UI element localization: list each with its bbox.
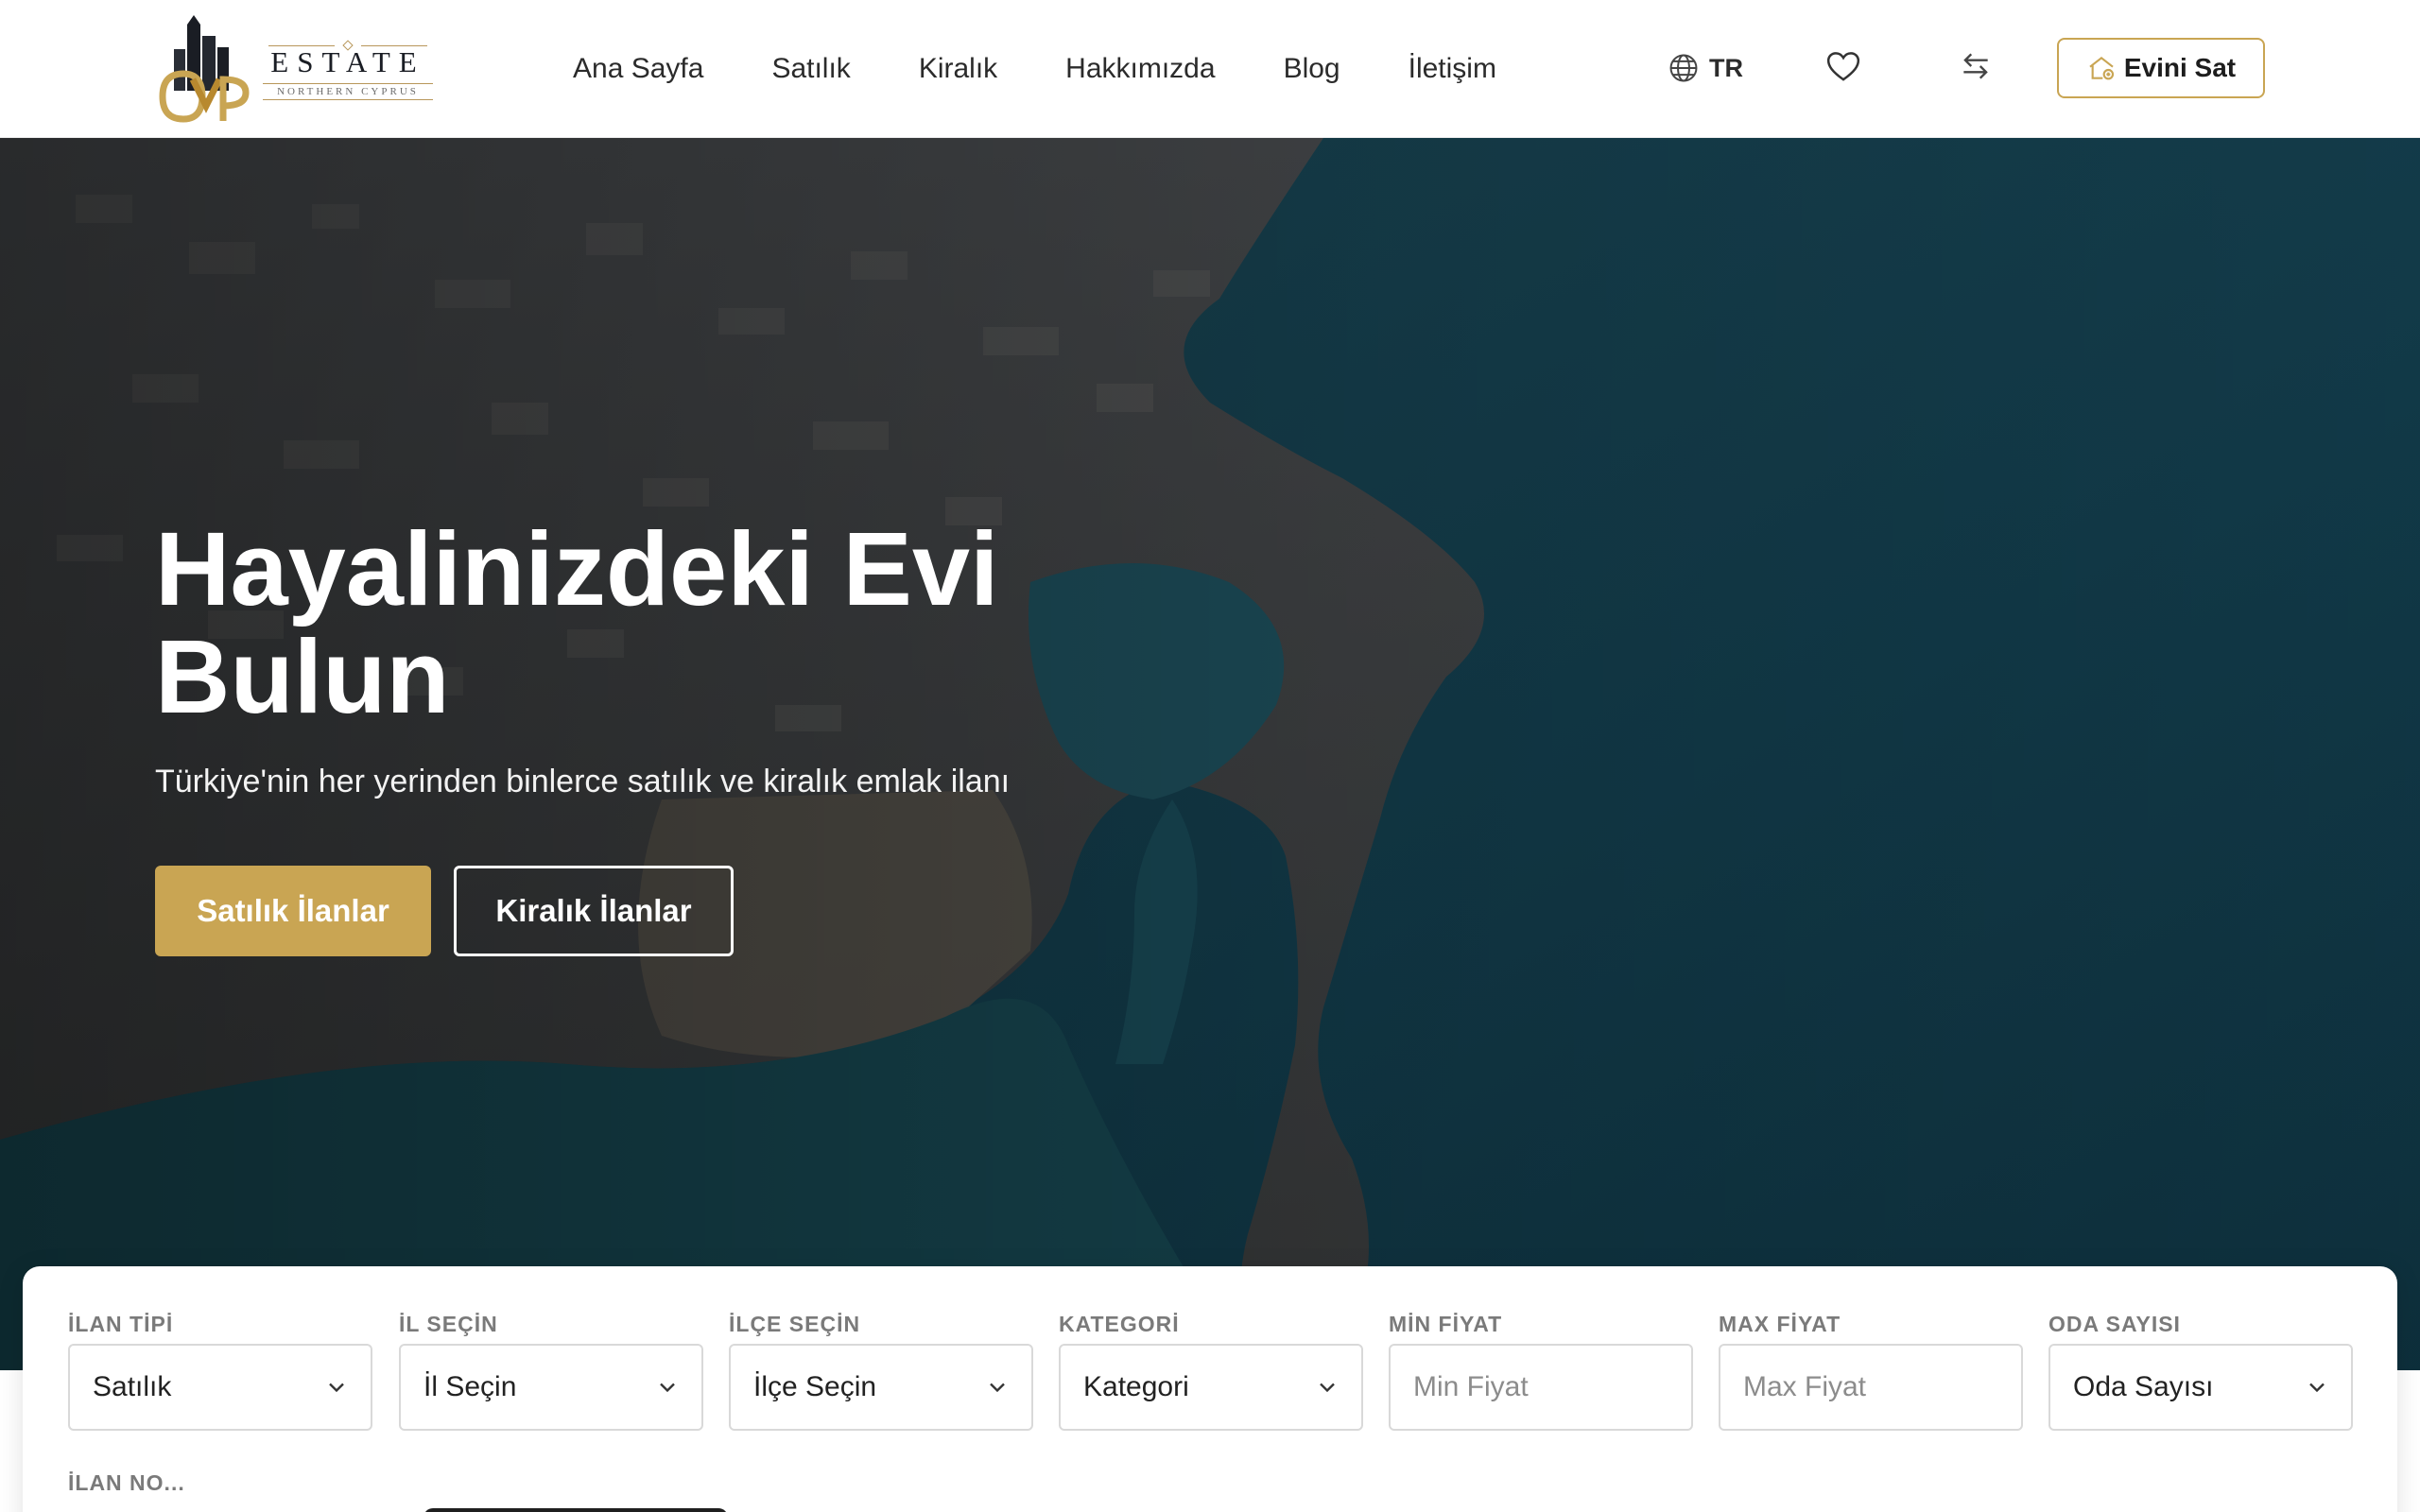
globe-icon: [1669, 54, 1698, 82]
max-price-field: MAX FİYAT Max Fiyat: [1719, 1312, 2023, 1431]
chevron-down-icon: [660, 1383, 675, 1393]
district-select[interactable]: İlçe Seçin: [729, 1344, 1033, 1431]
main-nav: Ana Sayfa Satılık Kiralık Hakkımızda Blo…: [573, 0, 1496, 138]
province-select[interactable]: İl Seçin: [399, 1344, 703, 1431]
max-price-placeholder: Max Fiyat: [1743, 1371, 1867, 1402]
category-select[interactable]: Kategori: [1059, 1344, 1363, 1431]
listing-type-label: İLAN TİPİ: [68, 1312, 174, 1336]
max-price-input[interactable]: Max Fiyat: [1719, 1344, 2023, 1431]
hero-subtitle: Türkiye'nin her yerinden binlerce satılı…: [155, 764, 1011, 799]
listing-number-input[interactable]: [424, 1508, 728, 1512]
nav-item-about[interactable]: Hakkımızda: [1065, 53, 1215, 85]
site-logo[interactable]: ESTATE NORTHERN CYPRUS: [155, 15, 439, 125]
house-icon: [2089, 56, 2114, 80]
hero-background-image: [0, 138, 2420, 1370]
listing-type-value: Satılık: [93, 1371, 172, 1402]
brand-subtitle: NORTHERN CYPRUS: [263, 83, 433, 100]
room-count-value: Oda Sayısı: [2073, 1371, 2214, 1402]
listing-type-select[interactable]: Satılık: [68, 1344, 372, 1431]
nav-item-for-sale[interactable]: Satılık: [771, 53, 850, 85]
for-sale-listings-button[interactable]: Satılık İlanlar: [155, 866, 431, 956]
site-header: ESTATE NORTHERN CYPRUS Ana Sayfa Satılık…: [0, 0, 2420, 138]
nav-item-home[interactable]: Ana Sayfa: [573, 53, 703, 85]
brand-name: ESTATE: [263, 40, 433, 83]
province-value: İl Seçin: [424, 1371, 517, 1402]
category-value: Kategori: [1083, 1371, 1189, 1402]
sell-your-home-button[interactable]: Evini Sat: [2057, 38, 2265, 98]
room-count-field: ODA SAYISI Oda Sayısı: [2048, 1312, 2353, 1431]
logo-mark-icon: [159, 15, 250, 123]
chevron-down-icon: [990, 1383, 1005, 1393]
category-label: KATEGORİ: [1059, 1312, 1180, 1336]
listing-number-label: İLAN NO...: [68, 1470, 185, 1495]
room-count-label: ODA SAYISI: [2048, 1312, 2181, 1336]
province-field: İL SEÇİN İl Seçin: [399, 1312, 703, 1431]
language-code: TR: [1709, 53, 1743, 82]
for-rent-listings-button[interactable]: Kiralık İlanlar: [454, 866, 734, 956]
language-selector[interactable]: TR: [1668, 49, 1743, 87]
district-value: İlçe Seçin: [753, 1371, 877, 1402]
province-label: İL SEÇİN: [399, 1312, 498, 1336]
search-panel: İLAN TİPİ Satılık İL SEÇİN İl Seçin İLÇE…: [23, 1266, 2397, 1512]
room-count-select[interactable]: Oda Sayısı: [2048, 1344, 2353, 1431]
min-price-placeholder: Min Fiyat: [1413, 1371, 1529, 1402]
favorites-button[interactable]: [1823, 45, 1864, 87]
sell-button-label: Evini Sat: [2123, 53, 2237, 82]
swap-arrows-icon: [1963, 53, 1988, 79]
hero-section: Hayalinizdeki Evi Bulun Türkiye'nin her …: [0, 138, 2420, 1370]
category-field: KATEGORİ Kategori: [1059, 1312, 1363, 1431]
chevron-down-icon: [2309, 1383, 2325, 1393]
logo-text: ESTATE NORTHERN CYPRUS: [263, 40, 433, 100]
nav-item-contact[interactable]: İletişim: [1409, 53, 1496, 85]
min-price-field: MİN FİYAT Min Fiyat: [1389, 1312, 1693, 1431]
district-field: İLÇE SEÇİN İlçe Seçin: [729, 1312, 1033, 1431]
nav-item-blog[interactable]: Blog: [1284, 53, 1340, 85]
chevron-down-icon: [329, 1383, 344, 1393]
nav-item-for-rent[interactable]: Kiralık: [919, 53, 997, 85]
min-price-input[interactable]: Min Fiyat: [1389, 1344, 1693, 1431]
min-price-label: MİN FİYAT: [1389, 1312, 1503, 1336]
chevron-down-icon: [1320, 1383, 1335, 1393]
hero-title: Hayalinizdeki Evi Bulun: [155, 511, 999, 735]
compare-button[interactable]: [1955, 45, 1996, 87]
heart-icon: [1826, 52, 1860, 81]
listing-type-field: İLAN TİPİ Satılık: [68, 1312, 372, 1431]
max-price-label: MAX FİYAT: [1719, 1312, 1841, 1336]
district-label: İLÇE SEÇİN: [729, 1312, 861, 1336]
